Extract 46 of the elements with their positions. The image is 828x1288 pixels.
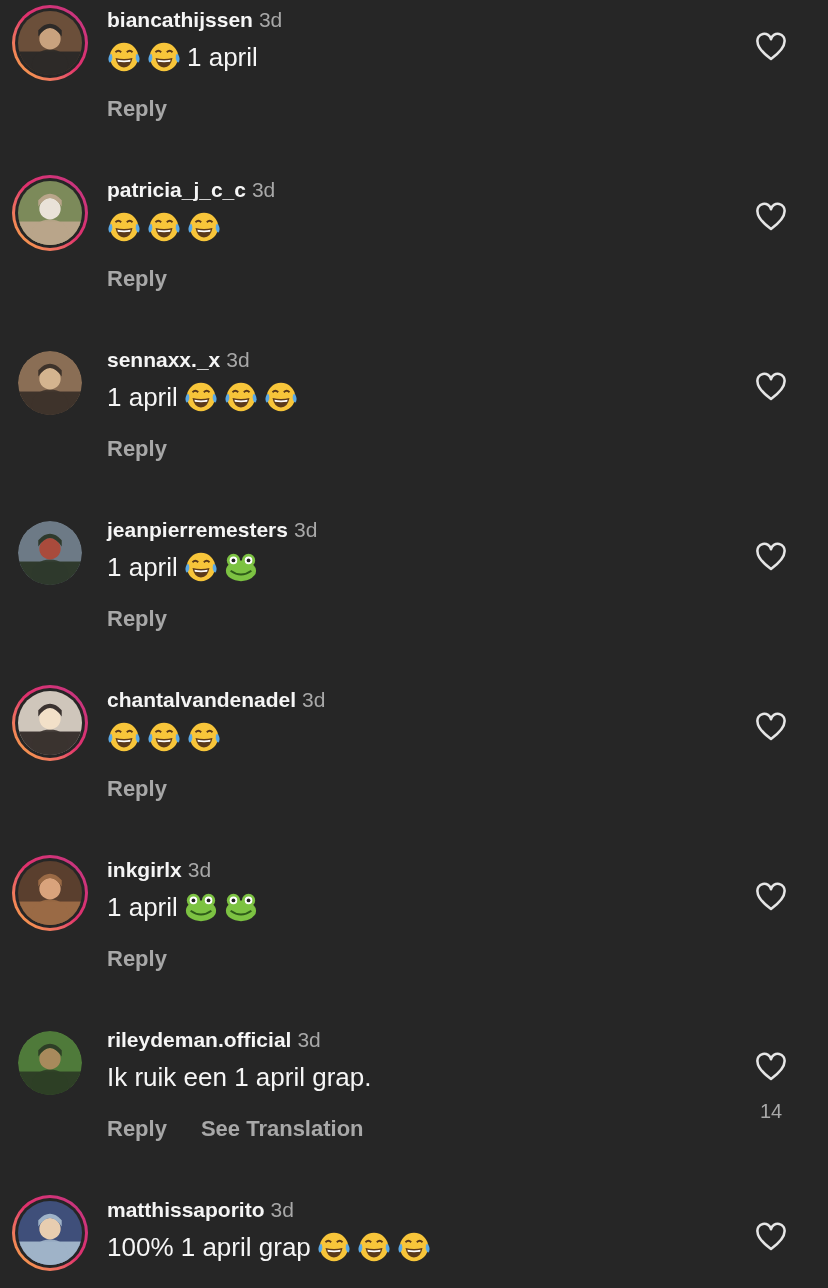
reply-button[interactable]: Reply <box>107 432 167 465</box>
timestamp: 3d <box>270 1197 294 1223</box>
comment-text: 1 april <box>187 41 258 74</box>
laughing-face-icon <box>183 380 218 414</box>
laughing-face-icon <box>107 40 141 74</box>
timestamp: 3d <box>302 687 326 713</box>
timestamp: 3d <box>293 517 318 543</box>
laughing-face-icon <box>223 380 258 414</box>
laughing-face-icon <box>187 720 221 754</box>
laughing-face-icon <box>107 210 141 244</box>
comment-text: 1 april <box>107 551 178 584</box>
timestamp: 3d <box>187 857 212 883</box>
timestamp: 3d <box>226 347 250 373</box>
reply-button[interactable]: Reply <box>107 92 167 125</box>
reply-button[interactable]: Reply <box>107 1112 167 1145</box>
username[interactable]: rileydeman.official <box>107 1024 292 1056</box>
username[interactable]: biancathijssen <box>107 4 253 36</box>
timestamp: 3d <box>258 7 283 33</box>
username[interactable]: patricia_j_c_c <box>107 174 246 206</box>
timestamp: 3d <box>297 1027 321 1053</box>
timestamp: 3d <box>251 177 276 203</box>
username[interactable]: chantalvandenadel <box>107 684 297 716</box>
like-count: 14 <box>759 1099 783 1124</box>
username[interactable]: inkgirlx <box>107 854 182 886</box>
reply-button[interactable]: Reply <box>107 602 167 635</box>
laughing-face-icon <box>147 720 181 754</box>
laughing-face-icon <box>187 210 221 244</box>
laughing-face-icon <box>263 380 298 414</box>
laughing-face-icon <box>356 1230 391 1264</box>
laughing-face-icon <box>107 720 141 754</box>
laughing-face-icon <box>183 550 218 584</box>
reply-button[interactable]: Reply <box>107 772 167 805</box>
reply-button[interactable]: Reply <box>107 942 167 975</box>
see-translation-button[interactable]: See Translation <box>200 1112 364 1145</box>
comment-text: 1 april <box>107 381 178 414</box>
laughing-face-icon <box>147 40 181 74</box>
laughing-face-icon <box>316 1230 351 1264</box>
laughing-face-icon <box>396 1230 431 1264</box>
comment-text: 100% 1 april grap <box>107 1231 311 1264</box>
username[interactable]: matthissaporito <box>107 1194 265 1226</box>
username[interactable]: jeanpierremesters <box>107 514 288 546</box>
laughing-face-icon <box>147 210 181 244</box>
comment-text: 1 april <box>107 891 178 924</box>
reply-button[interactable]: Reply <box>107 262 167 295</box>
username[interactable]: sennaxx._x <box>107 344 221 376</box>
comment-text: Ik ruik een 1 april grap. <box>107 1061 372 1094</box>
